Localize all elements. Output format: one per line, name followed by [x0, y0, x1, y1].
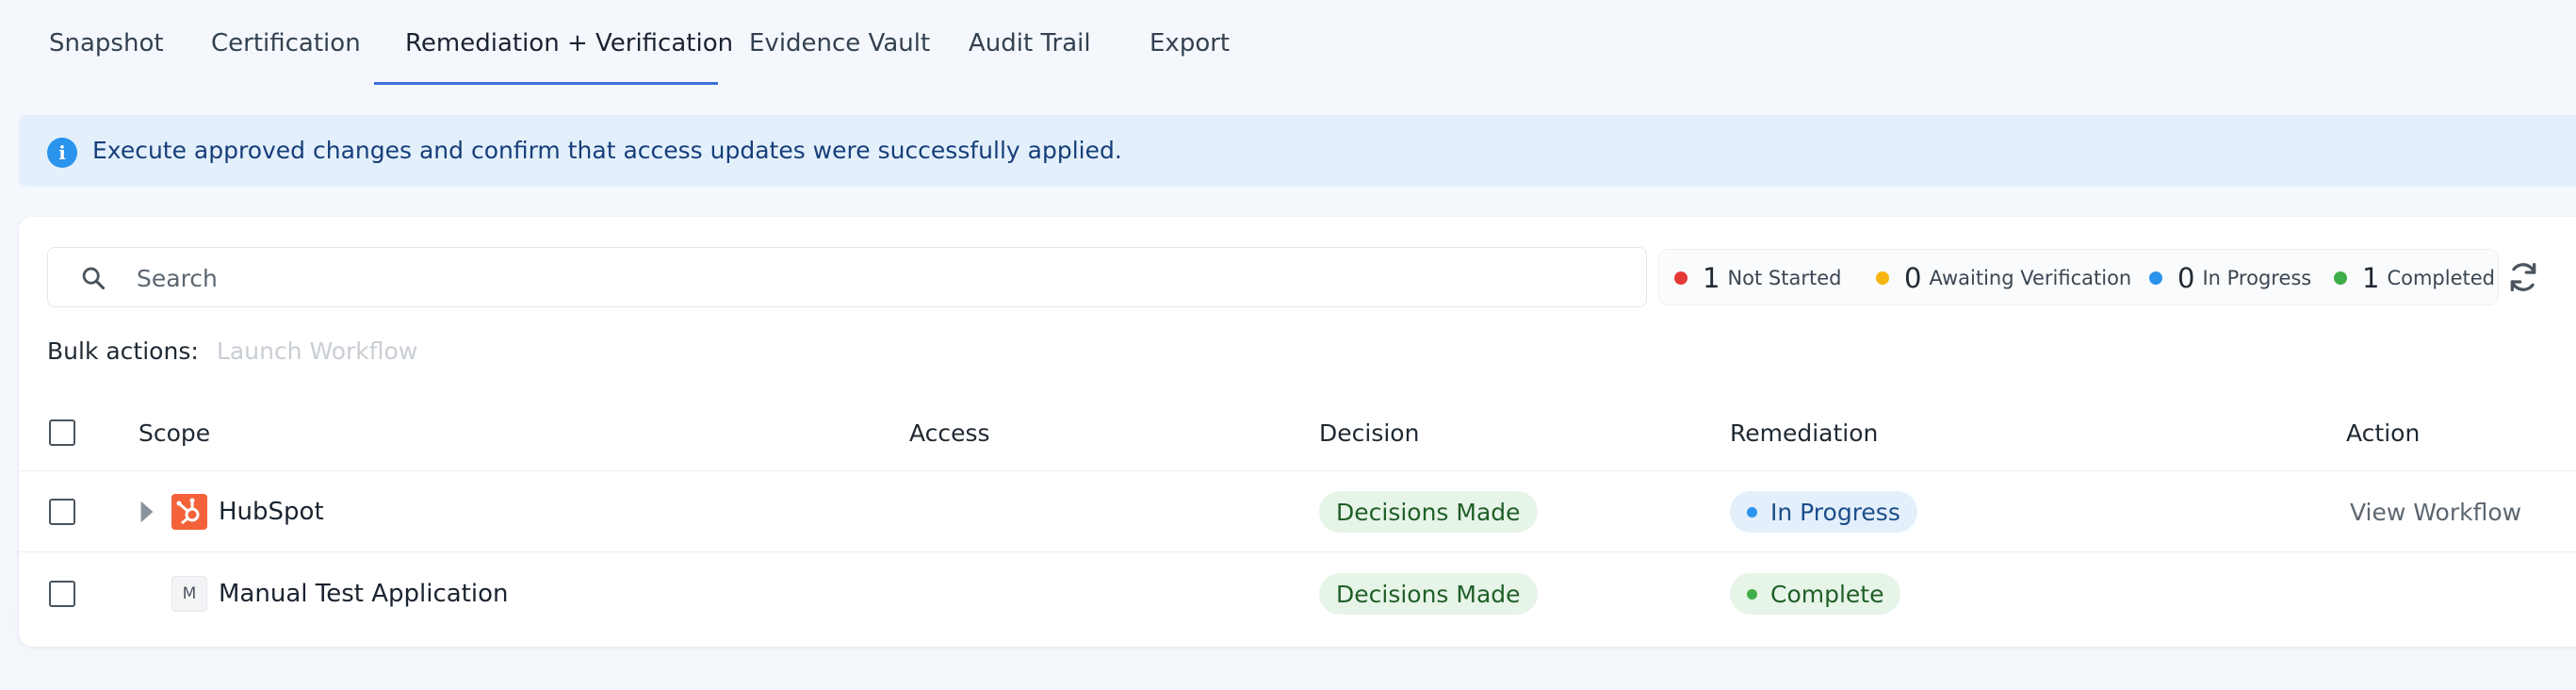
- status-not-started: 1 Not Started: [1674, 250, 1841, 306]
- status-count: 0: [2177, 262, 2195, 294]
- decision-badge: Decisions Made: [1319, 491, 1538, 533]
- status-label: Awaiting Verification: [1929, 267, 2132, 289]
- app-initial-icon: M: [171, 576, 207, 612]
- refresh-icon[interactable]: [2504, 258, 2542, 296]
- decision-badge: Decisions Made: [1319, 573, 1538, 615]
- remediation-badge: Complete: [1730, 573, 1901, 615]
- column-header-access[interactable]: Access: [909, 394, 990, 471]
- status-count: 1: [1703, 262, 1720, 294]
- status-in-progress: 0 In Progress: [2149, 250, 2311, 306]
- launch-workflow-button[interactable]: Launch Workflow: [217, 337, 417, 365]
- column-header-decision[interactable]: Decision: [1319, 394, 1419, 471]
- info-banner-text: Execute approved changes and confirm tha…: [92, 137, 1122, 164]
- status-awaiting-verification: 0 Awaiting Verification: [1876, 250, 2131, 306]
- active-tab-indicator: [374, 82, 718, 85]
- column-header-action[interactable]: Action: [2346, 394, 2420, 471]
- tab-remediation-verification[interactable]: Remediation + Verification: [405, 0, 733, 87]
- table-header: Scope Access Decision Remediation Action: [19, 394, 2576, 471]
- remediation-badge-label: Complete: [1770, 580, 1884, 608]
- hubspot-logo-icon: [171, 494, 207, 530]
- info-icon: i: [47, 138, 77, 168]
- status-label: Not Started: [1727, 267, 1842, 289]
- status-label: In Progress: [2202, 267, 2312, 289]
- select-all-checkbox[interactable]: [49, 419, 75, 446]
- tab-certification[interactable]: Certification: [211, 0, 361, 87]
- caret-right-icon[interactable]: [139, 500, 155, 524]
- remediation-card: 1 Not Started 0 Awaiting Verification 0 …: [19, 217, 2576, 647]
- status-dot: [1876, 271, 1889, 285]
- info-banner: i Execute approved changes and confirm t…: [19, 115, 2576, 187]
- status-completed: 1 Completed: [2334, 250, 2495, 306]
- status-dot: [2149, 271, 2162, 285]
- status-dot: [2334, 271, 2347, 285]
- tab-export[interactable]: Export: [1149, 0, 1230, 87]
- status-dot: [1747, 506, 1757, 518]
- bulk-actions-label: Bulk actions:: [47, 337, 199, 365]
- tab-bar: Snapshot Certification Remediation + Ver…: [0, 0, 1319, 87]
- table-row[interactable]: M Manual Test Application Decisions Made…: [19, 553, 2576, 634]
- column-header-scope[interactable]: Scope: [139, 394, 210, 471]
- search-input[interactable]: [137, 257, 1625, 299]
- tab-evidence-vault[interactable]: Evidence Vault: [749, 0, 930, 87]
- decision-badge-label: Decisions Made: [1336, 580, 1521, 608]
- scope-name: Manual Test Application: [219, 580, 509, 608]
- table-row[interactable]: HubSpot Decisions Made In Progress View …: [19, 471, 2576, 552]
- status-summary: 1 Not Started 0 Awaiting Verification 0 …: [1658, 249, 2499, 305]
- row-checkbox[interactable]: [49, 499, 75, 525]
- remediation-badge-label: In Progress: [1770, 498, 1900, 526]
- tab-audit-trail[interactable]: Audit Trail: [969, 0, 1091, 87]
- status-label: Completed: [2387, 267, 2495, 289]
- status-dot: [1747, 588, 1757, 600]
- remediation-badge: In Progress: [1730, 491, 1917, 533]
- search-box: [47, 247, 1647, 307]
- status-count: 1: [2362, 262, 2380, 294]
- decision-badge-label: Decisions Made: [1336, 498, 1521, 526]
- status-dot: [1674, 271, 1687, 285]
- status-count: 0: [1904, 262, 1922, 294]
- column-header-remediation[interactable]: Remediation: [1730, 394, 1878, 471]
- scope-name: HubSpot: [219, 498, 324, 526]
- row-checkbox[interactable]: [49, 581, 75, 607]
- search-icon: [82, 267, 106, 290]
- tab-snapshot[interactable]: Snapshot: [49, 0, 164, 87]
- view-workflow-link[interactable]: View Workflow: [2350, 471, 2521, 552]
